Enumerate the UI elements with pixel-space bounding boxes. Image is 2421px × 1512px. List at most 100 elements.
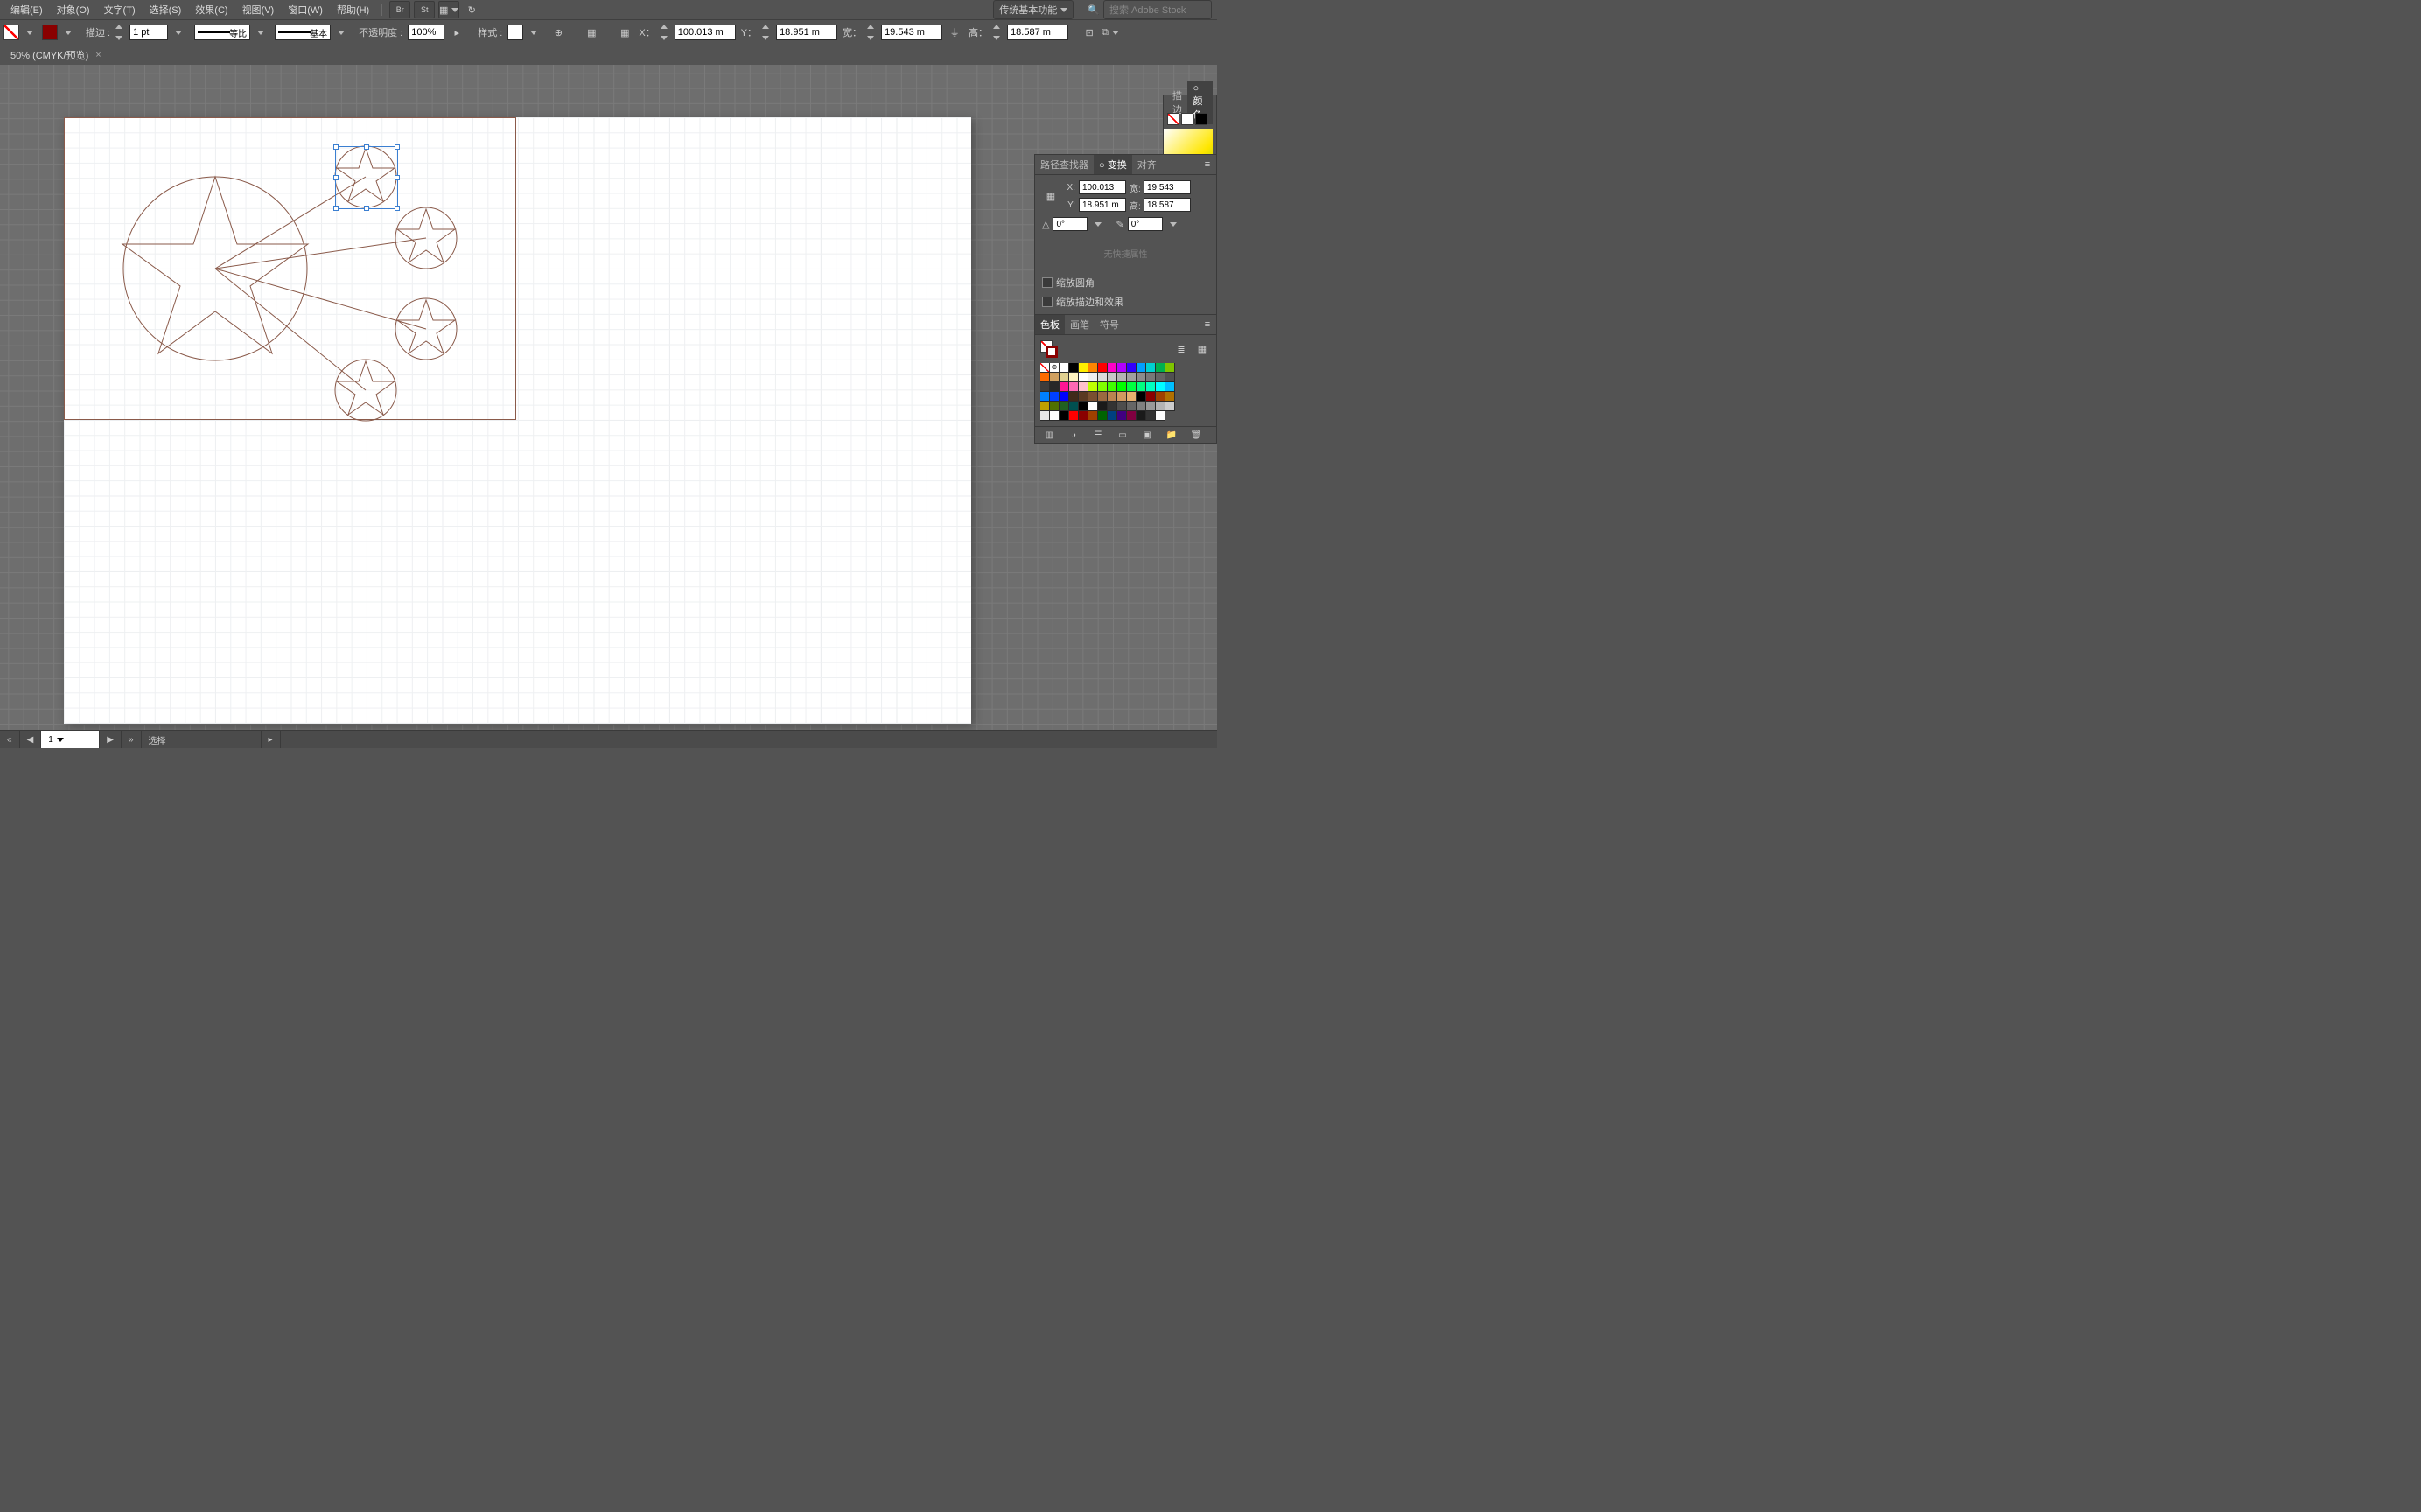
swatch-cell[interactable] [1108,373,1117,382]
swatch-cell[interactable] [1060,382,1069,392]
y-input[interactable] [776,24,837,40]
swatch-cell[interactable] [1098,363,1108,373]
document-tab[interactable]: 50% (CMYK/预览) × [3,46,108,65]
swatch-grid[interactable]: ⊕ [1040,363,1180,421]
folder-icon[interactable]: 📁 [1163,426,1180,444]
tf-h[interactable] [1144,198,1191,212]
panel-tab-pathfinder[interactable]: 路径查找器 [1035,155,1094,174]
swatch-cell[interactable] [1146,382,1156,392]
menu-effect[interactable]: 效果(C) [190,0,233,19]
menu-select[interactable]: 选择(S) [144,0,187,19]
menu-window[interactable]: 窗口(W) [283,0,328,19]
swatch-cell[interactable] [1050,392,1060,402]
swatch-cell[interactable] [1165,382,1175,392]
h-stepper[interactable] [993,24,1004,40]
swatch-cell[interactable] [1127,363,1137,373]
swatch-cell[interactable] [1088,382,1098,392]
chk-scale-corners[interactable] [1042,277,1053,288]
rotate-input[interactable] [1053,217,1088,231]
swatch-cell[interactable] [1127,411,1137,421]
menu-view[interactable]: 视图(V) [237,0,280,19]
swatch-cell[interactable] [1137,411,1146,421]
swatch-cell[interactable] [1127,373,1137,382]
swatch-cell[interactable] [1079,373,1088,382]
swatch-cell[interactable] [1127,392,1137,402]
w-input[interactable] [881,24,942,40]
stroke-weight-input[interactable] [129,24,168,40]
swatch-cell[interactable] [1050,382,1060,392]
w-stepper[interactable] [867,24,878,40]
panel-tab-align[interactable]: 对齐 [1132,155,1162,174]
stroke-profile[interactable]: 等比 [194,24,250,40]
swatch-cell[interactable] [1108,411,1117,421]
x-input[interactable] [675,24,736,40]
artboard-nav-last[interactable]: » [122,731,142,748]
swatch-cell[interactable] [1156,373,1165,382]
menu-type[interactable]: 文字(T) [99,0,141,19]
swatch-cell[interactable] [1069,411,1079,421]
artboard-index[interactable]: 1 [41,731,100,748]
swatch-cell[interactable] [1088,402,1098,411]
swatch-cell[interactable] [1050,411,1060,421]
swatch-cell[interactable] [1079,392,1088,402]
swatch-cell[interactable] [1098,411,1108,421]
swatch-panel-menu[interactable]: ≡ [1199,316,1216,333]
swatch-cell[interactable] [1069,382,1079,392]
swatch-cell[interactable] [1040,382,1050,392]
swatch-cell[interactable] [1069,363,1079,373]
swatch-kind-icon[interactable]: ◑ [1065,426,1082,444]
swatch-cell[interactable] [1040,392,1050,402]
swatch-cell[interactable] [1137,363,1146,373]
artboard-nav-first[interactable]: « [0,731,20,748]
swatch-cell[interactable] [1060,411,1069,421]
tab-swatches[interactable]: 色板 [1035,315,1065,334]
swatch-cell[interactable] [1156,382,1165,392]
swatch-cell[interactable] [1040,363,1050,373]
swatch-cell[interactable] [1117,373,1127,382]
swatch-cell[interactable] [1127,382,1137,392]
swatch-cell[interactable] [1060,402,1069,411]
swatch-cell[interactable] [1137,392,1146,402]
opacity-input[interactable] [408,24,444,40]
swatch-cell[interactable] [1069,402,1079,411]
mini-stroke[interactable] [1181,113,1193,125]
menu-edit[interactable]: 编辑(E) [5,0,48,19]
transform-each-icon[interactable]: ⊡ [1081,24,1098,41]
swatch-cell[interactable] [1088,411,1098,421]
swatch-cell[interactable] [1156,392,1165,402]
list-view-icon[interactable]: ≣ [1172,340,1190,358]
swatch-cell[interactable] [1137,402,1146,411]
y-stepper[interactable] [762,24,773,40]
swatch-cell[interactable] [1069,373,1079,382]
swatch-cell[interactable] [1146,402,1156,411]
swatch-cell[interactable] [1165,392,1175,402]
swatch-cell[interactable] [1098,392,1108,402]
swatch-cell[interactable] [1098,373,1108,382]
swatch-cell[interactable]: ⊕ [1050,363,1060,373]
selection-bbox[interactable] [335,146,398,209]
swatch-cell[interactable] [1165,363,1175,373]
stroke-swatch[interactable] [42,24,58,40]
swatch-cell[interactable] [1079,382,1088,392]
artboard-nav-prev[interactable]: ◀ [20,731,42,748]
link-wh-icon[interactable]: ⏚ [946,24,963,41]
fill-swatch[interactable] [3,24,19,40]
swatch-cell[interactable] [1088,373,1098,382]
menu-help[interactable]: 帮助(H) [332,0,374,19]
swatch-cell[interactable] [1117,392,1127,402]
artboard-nav-next[interactable]: ▶ [100,731,122,748]
swatch-library-icon[interactable]: ▥ [1040,426,1058,444]
swatch-cell[interactable] [1146,392,1156,402]
swatch-cell[interactable] [1156,402,1165,411]
stroke-weight-stepper[interactable] [115,24,126,40]
graphic-style[interactable] [507,24,523,40]
chk-scale-strokes[interactable] [1042,297,1053,307]
swatch-cell[interactable] [1079,411,1088,421]
recolor-icon[interactable]: ⊕ [549,24,567,41]
panel-tab-transform[interactable]: ○ 变换 [1094,155,1132,174]
swatch-cell[interactable] [1098,402,1108,411]
swatch-cell[interactable] [1060,363,1069,373]
panel-menu-icon[interactable]: ≡ [1199,156,1216,173]
bridge-icon[interactable]: Br [389,1,410,18]
swatch-cell[interactable] [1165,402,1175,411]
